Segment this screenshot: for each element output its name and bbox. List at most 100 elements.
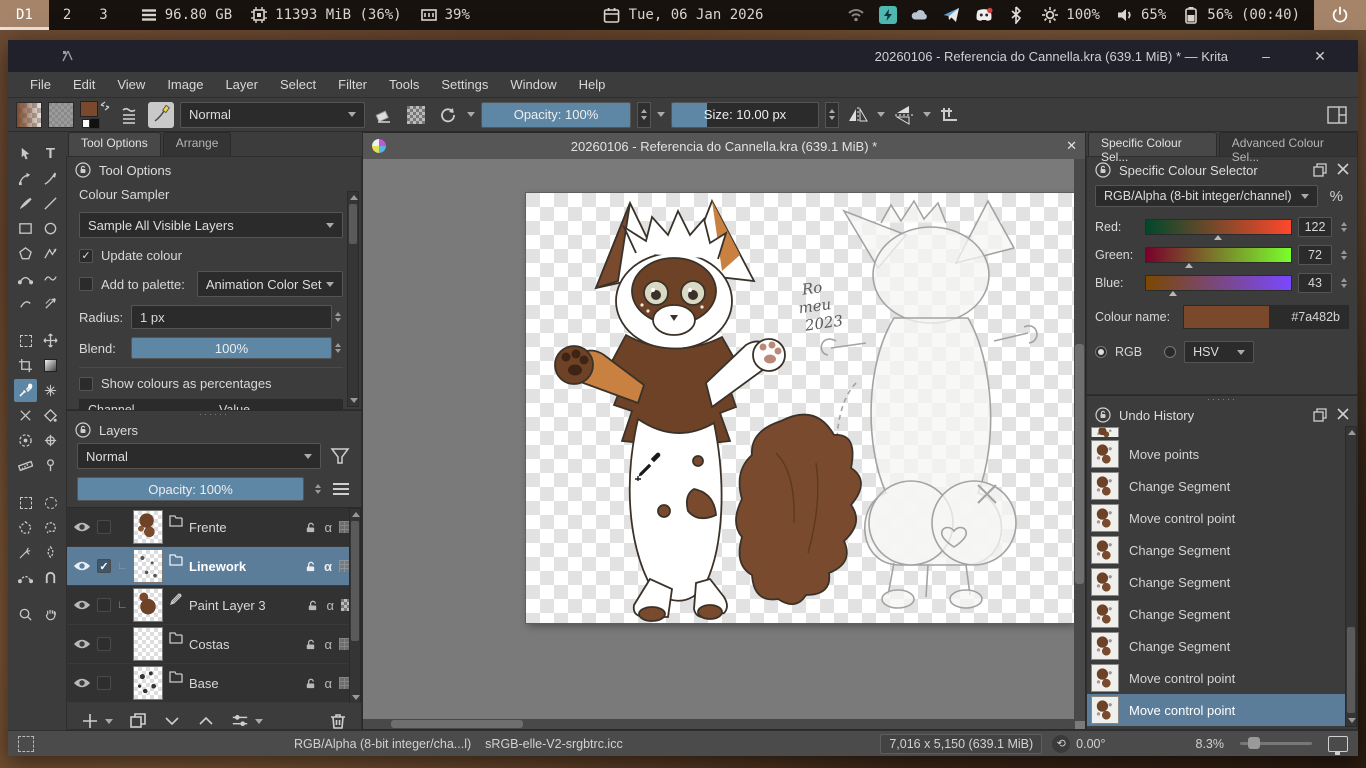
colour-hex-field[interactable]: #7a482b: [1269, 306, 1348, 328]
undo-row[interactable]: Move points: [1087, 438, 1357, 470]
float-docker-icon[interactable]: [1313, 163, 1327, 177]
undo-row[interactable]: Change Segment: [1087, 534, 1357, 566]
menu-file[interactable]: File: [20, 74, 61, 95]
percent-toggle-button[interactable]: %: [1324, 188, 1349, 205]
preserve-alpha-button[interactable]: [403, 102, 429, 128]
blending-mode-dropdown[interactable]: Normal: [180, 102, 365, 128]
bluetooth-icon[interactable]: [1007, 6, 1025, 24]
battery-indicator[interactable]: 56% (00:40): [1182, 6, 1300, 24]
hsv-dropdown[interactable]: HSV: [1184, 341, 1254, 363]
freehand-brush-tool[interactable]: [14, 192, 37, 215]
red-slider[interactable]: [1145, 219, 1292, 235]
smart-patch-tool[interactable]: [39, 379, 62, 402]
opacity-dropdown-icon[interactable]: [657, 112, 665, 117]
update-colour-checkbox[interactable]: ✓: [79, 249, 93, 263]
close-docker-icon[interactable]: [1337, 408, 1349, 420]
workspace-chooser-button[interactable]: [1324, 102, 1350, 128]
layer-row-paint-layer-3[interactable]: ∟ Paint Layer 3 α: [67, 586, 361, 625]
multibrush-tool[interactable]: [39, 292, 62, 315]
pattern-tool[interactable]: [14, 404, 37, 427]
size-slider[interactable]: Size: 10.00 px: [671, 102, 819, 128]
opacity-slider[interactable]: Opacity: 100%: [481, 102, 631, 128]
undo-row[interactable]: Change Segment: [1087, 630, 1357, 662]
radius-spinbox[interactable]: 1 px: [131, 305, 332, 329]
minimize-button[interactable]: –: [1246, 40, 1286, 72]
blue-slider[interactable]: [1145, 275, 1292, 291]
magnetic-selection-tool[interactable]: [39, 566, 62, 589]
close-docker-icon[interactable]: [1337, 163, 1349, 175]
fill-tool[interactable]: [39, 404, 62, 427]
menu-image[interactable]: Image: [157, 74, 213, 95]
window-titlebar[interactable]: 20260106 - Referencia do Cannella.kra (6…: [8, 40, 1358, 72]
blend-spinner[interactable]: [332, 338, 343, 358]
menu-edit[interactable]: Edit: [63, 74, 105, 95]
layers-scrollbar[interactable]: [349, 508, 361, 703]
undo-row[interactable]: Change Segment: [1087, 598, 1357, 630]
docker-drag-handle[interactable]: ······: [67, 411, 361, 419]
brush-editor-button[interactable]: [148, 102, 174, 128]
tool-options-scrollbar[interactable]: [347, 191, 359, 407]
add-to-palette-checkbox[interactable]: [79, 277, 93, 291]
undo-row[interactable]: Move control point: [1087, 662, 1357, 694]
alpha-icon[interactable]: α: [326, 598, 334, 613]
telegram-icon[interactable]: [943, 6, 961, 24]
rgb-radio[interactable]: [1095, 346, 1107, 358]
freehand-selection-tool[interactable]: [39, 516, 62, 539]
bezier-curve-tool[interactable]: [14, 267, 37, 290]
crop-tool[interactable]: [14, 354, 37, 377]
lock-icon[interactable]: [304, 677, 317, 690]
colour-model-dropdown[interactable]: RGB/Alpha (8-bit integer/channel): [1095, 185, 1318, 207]
layer-filter-icon[interactable]: [329, 445, 351, 467]
layer-row-linework[interactable]: ✓ ∟ Linework α: [67, 547, 361, 586]
close-button[interactable]: ✕: [1300, 40, 1340, 72]
power-button[interactable]: [1314, 0, 1366, 30]
size-spinner[interactable]: [825, 102, 839, 128]
lock-icon[interactable]: [304, 638, 317, 651]
image-dimensions[interactable]: 7,016 x 5,150 (639.1 MiB): [880, 734, 1042, 754]
colour-sampler-tool[interactable]: [14, 379, 37, 402]
pan-tool[interactable]: [39, 603, 62, 626]
wraparound-button[interactable]: [937, 102, 963, 128]
delete-layer-button[interactable]: [329, 712, 347, 730]
menu-window[interactable]: Window: [500, 74, 566, 95]
float-docker-icon[interactable]: [1313, 408, 1327, 422]
measure-tool[interactable]: [14, 454, 37, 477]
cloud-icon[interactable]: [911, 6, 929, 24]
bezier-selection-tool[interactable]: [14, 566, 37, 589]
layer-menu-icon[interactable]: [331, 480, 351, 498]
canvas-horizontal-scrollbar[interactable]: [363, 719, 1075, 729]
select-shapes-tool[interactable]: [14, 142, 37, 165]
dynamic-brush-tool[interactable]: [14, 292, 37, 315]
undo-row[interactable]: Move control point: [1087, 502, 1357, 534]
layer-checkbox[interactable]: [97, 676, 111, 690]
reload-preset-button[interactable]: [435, 102, 461, 128]
similar-colour-selection-tool[interactable]: [14, 541, 37, 564]
blend-slider[interactable]: 100%: [131, 337, 332, 359]
workspace-3[interactable]: 3: [85, 0, 121, 30]
properties-dropdown-icon[interactable]: [255, 719, 263, 724]
menu-select[interactable]: Select: [270, 74, 326, 95]
layer-row-frente[interactable]: Frente α: [67, 508, 361, 547]
calligraphy-tool[interactable]: [39, 167, 62, 190]
visibility-eye-icon[interactable]: [73, 676, 91, 690]
blue-value[interactable]: 43: [1298, 273, 1332, 293]
visibility-eye-icon[interactable]: [73, 520, 91, 534]
undo-row[interactable]: Change Segment: [1087, 470, 1357, 502]
palette-dropdown[interactable]: Animation Color Set: [197, 271, 343, 297]
tab-tool-options[interactable]: Tool Options: [68, 132, 161, 156]
docker-lock-icon[interactable]: [1095, 162, 1111, 178]
zoom-slider[interactable]: [1240, 742, 1312, 745]
menu-tools[interactable]: Tools: [379, 74, 429, 95]
mirror-v-dropdown-icon[interactable]: [923, 112, 931, 117]
layer-opacity-spinner[interactable]: [312, 479, 323, 499]
layer-checkbox[interactable]: [97, 637, 111, 651]
lock-icon[interactable]: [304, 560, 317, 573]
docker-lock-icon[interactable]: [75, 162, 91, 178]
layer-row-costas[interactable]: Costas α: [67, 625, 361, 664]
layer-checkbox[interactable]: ✓: [97, 559, 111, 573]
layer-checkbox[interactable]: [97, 598, 111, 612]
green-spinner[interactable]: [1338, 245, 1349, 265]
polygon-tool[interactable]: [14, 242, 37, 265]
menu-help[interactable]: Help: [569, 74, 616, 95]
swap-colors-icon[interactable]: [100, 101, 110, 111]
